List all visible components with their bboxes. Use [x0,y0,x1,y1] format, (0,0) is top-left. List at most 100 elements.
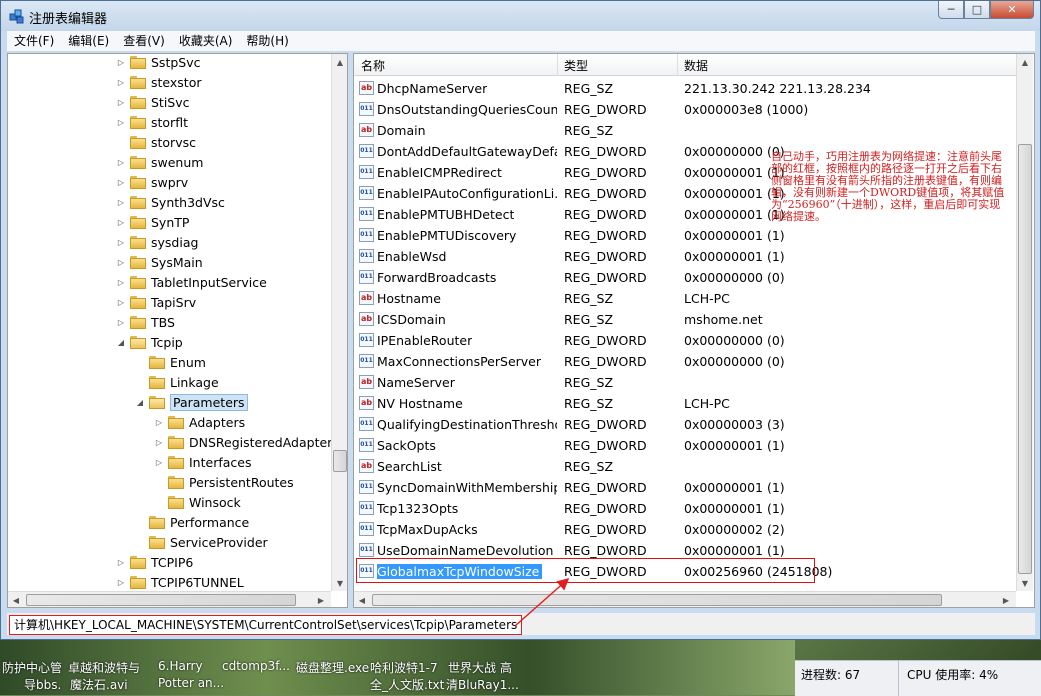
scroll-left-icon[interactable]: ◀ [8,592,24,607]
tree-item[interactable]: ▷ SynTP [116,212,190,232]
expand-arrow-icon[interactable]: ▷ [116,97,126,107]
menu-favorites[interactable]: 收藏夹(A) [172,31,240,51]
menu-view[interactable]: 查看(V) [116,31,172,51]
desktop-shortcut-label[interactable]: Potter an... [158,676,224,690]
expand-arrow-icon[interactable]: ▷ [154,457,164,467]
expand-arrow-icon[interactable]: ▷ [116,237,126,247]
desktop-shortcut-label[interactable]: 哈利波特1-7 [370,659,438,676]
tree-item[interactable]: ▷ TapiSrv [116,292,196,312]
list-horizontal-scrollbar[interactable]: ◀ ▶ [354,591,1016,607]
registry-value-row[interactable]: 011 TcpMaxDupAcks REG_DWORD 0x00000002 (2) [354,519,1016,540]
column-header-data[interactable]: 数据 [684,57,708,74]
registry-value-row[interactable]: ab Domain REG_SZ [354,120,1016,141]
tree-item[interactable]: ▷ SstpSvc [116,54,201,72]
minimize-button[interactable]: ─ [938,1,964,19]
expand-arrow-icon[interactable]: ▷ [116,277,126,287]
scroll-right-icon[interactable]: ▶ [313,592,329,607]
registry-value-row[interactable]: ab SearchList REG_SZ [354,456,1016,477]
tree-item[interactable]: ▷ SysMain [116,252,203,272]
tree-item[interactable]: ▷ sysdiag [116,232,199,252]
expand-arrow-icon[interactable]: ▷ [116,177,126,187]
registry-value-row[interactable]: ab NV Hostname REG_SZ LCH-PC [354,393,1016,414]
desktop-shortcut-label[interactable]: 磁盘整理.exe [296,659,369,676]
desktop-shortcut-label[interactable]: 防护中心管 [2,659,62,676]
tree-item[interactable]: Linkage [135,372,219,392]
desktop-shortcut-label[interactable]: 清BluRay1... [446,676,519,693]
close-button[interactable]: ✕ [990,1,1034,19]
registry-value-row[interactable]: 011 DnsOutstandingQueriesCount REG_DWORD 0x… [354,99,1016,120]
tree-item[interactable]: Winsock [154,492,241,512]
desktop-shortcut-label[interactable]: 卓越和波特与 [68,659,140,676]
expand-arrow-icon[interactable]: ▷ [116,197,126,207]
tree-item[interactable]: ▷ DNSRegisteredAdapters [154,432,339,452]
scroll-up-icon[interactable]: ▲ [332,54,347,70]
maximize-button[interactable]: □ [964,1,990,19]
registry-value-row[interactable]: 011 Tcp1323Opts REG_DWORD 0x00000001 (1) [354,498,1016,519]
registry-value-row[interactable]: ab ICSDomain REG_SZ mshome.net [354,309,1016,330]
registry-value-row[interactable]: 011 SackOpts REG_DWORD 0x00000001 (1) [354,435,1016,456]
desktop-shortcut-label[interactable]: 魔法石.avi [70,676,128,693]
tree-item[interactable]: ▷ TCPIP6 [116,552,193,572]
values-list-pane[interactable]: 名称 类型 数据 ab DhcpNameServer REG_SZ 221.13.30… [353,53,1035,608]
list-vertical-scrollbar[interactable]: ▲ ▼ [1016,54,1033,591]
key-tree-pane[interactable]: ▷ SstpSvc ▷ stexstor ▷ StiSvc ▷ storflt storvsc ▷… [7,53,348,608]
tree-item[interactable]: ▷ stexstor [116,72,202,92]
tree-item[interactable]: ▷ TabletInputService [116,272,267,292]
tree-item[interactable]: ◢ Parameters [135,392,248,412]
expand-arrow-icon[interactable]: ▷ [154,417,164,427]
desktop-shortcut-label[interactable]: 导bbs. [24,676,61,693]
title-bar[interactable]: 注册表编辑器 [1,1,1040,31]
expand-arrow-icon[interactable]: ▷ [116,577,126,587]
scroll-down-icon[interactable]: ▼ [1017,575,1033,591]
expand-arrow-icon[interactable]: ▷ [116,257,126,267]
tree-item[interactable]: Enum [135,352,206,372]
tree-item[interactable]: ▷ TCPIP6TUNNEL [116,572,244,592]
tree-scroll-thumb[interactable] [333,450,347,472]
menu-file[interactable]: 文件(F) [7,31,61,51]
registry-value-row[interactable]: 011 EnableWsd REG_DWORD 0x00000001 (1) [354,246,1016,267]
collapse-arrow-icon[interactable]: ◢ [116,337,126,347]
registry-value-row[interactable]: 011 QualifyingDestinationThresho... REG_DW… [354,414,1016,435]
expand-arrow-icon[interactable]: ▷ [116,117,126,127]
expand-arrow-icon[interactable]: ▷ [116,157,126,167]
tree-item[interactable]: Performance [135,512,249,532]
column-header-type[interactable]: 类型 [564,57,588,74]
tree-item[interactable]: ▷ Interfaces [154,452,252,472]
scroll-right-icon[interactable]: ▶ [998,592,1014,607]
expand-arrow-icon[interactable]: ▷ [154,437,164,447]
tree-item[interactable]: PersistentRoutes [154,472,294,492]
tree-item[interactable]: storvsc [116,132,196,152]
desktop-shortcut-label[interactable]: cdtomp3f... [222,659,290,673]
expand-arrow-icon[interactable]: ▷ [116,77,126,87]
column-header-name[interactable]: 名称 [361,57,385,74]
tree-item[interactable]: ▷ storflt [116,112,188,132]
tree-item[interactable]: ▷ StiSvc [116,92,190,112]
registry-value-row[interactable]: 011 IPEnableRouter REG_DWORD 0x00000000 (0) [354,330,1016,351]
scroll-left-icon[interactable]: ◀ [354,592,370,607]
tree-item[interactable]: ServiceProvider [135,532,268,552]
tree-vertical-scrollbar[interactable]: ▲ ▼ [331,54,347,591]
tree-item[interactable]: ◢ Tcpip [116,332,183,352]
desktop-shortcut-label[interactable]: 6.Harry [158,659,203,673]
desktop-shortcut-label[interactable]: 全_人文版.txt [370,676,444,693]
list-hscroll-thumb[interactable] [372,594,942,606]
expand-arrow-icon[interactable]: ▷ [116,57,126,67]
menu-help[interactable]: 帮助(H) [239,31,295,51]
expand-arrow-icon[interactable]: ▷ [116,297,126,307]
expand-arrow-icon[interactable]: ▷ [116,557,126,567]
expand-arrow-icon[interactable]: ▷ [116,317,126,327]
desktop-shortcut-label[interactable]: 世界大战 高 [448,659,512,676]
scroll-down-icon[interactable]: ▼ [332,575,347,591]
registry-value-row[interactable]: 011 ForwardBroadcasts REG_DWORD 0x00000000 … [354,267,1016,288]
menu-edit[interactable]: 编辑(E) [61,31,116,51]
registry-value-row[interactable]: ab NameServer REG_SZ [354,372,1016,393]
registry-value-row[interactable]: ab Hostname REG_SZ LCH-PC [354,288,1016,309]
registry-value-row[interactable]: ab DhcpNameServer REG_SZ 221.13.30.242 221.… [354,78,1016,99]
scroll-up-icon[interactable]: ▲ [1017,54,1033,70]
collapse-arrow-icon[interactable]: ◢ [135,397,145,407]
registry-value-row[interactable]: 011 EnablePMTUDiscovery REG_DWORD 0x0000000… [354,225,1016,246]
tree-item[interactable]: ▷ Synth3dVsc [116,192,225,212]
tree-item[interactable]: ▷ Adapters [154,412,245,432]
registry-value-row[interactable]: 011 SyncDomainWithMembership REG_DWORD 0x00… [354,477,1016,498]
tree-horizontal-scrollbar[interactable]: ◀ ▶ [8,591,331,607]
